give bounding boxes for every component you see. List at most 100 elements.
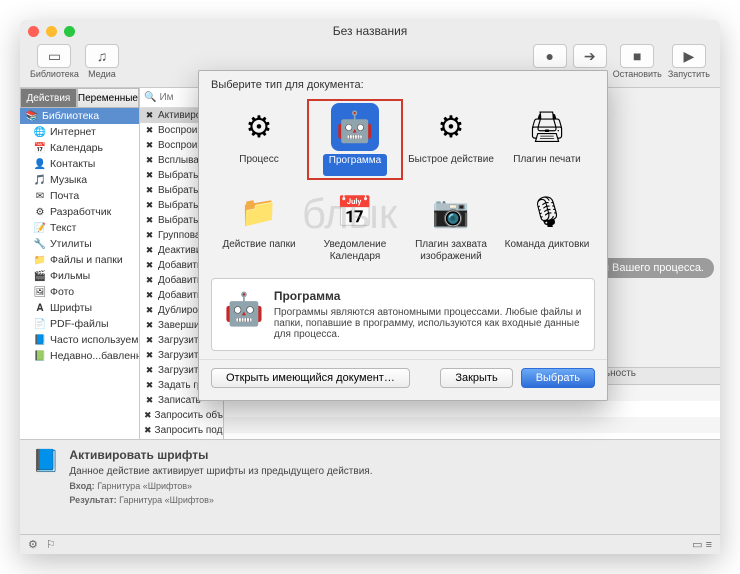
type-description: 🤖 Программа Программы являются автономны…	[211, 278, 595, 351]
library-item[interactable]: 📚Библиотека	[20, 108, 139, 124]
library-column: Действия Переменные 📚Библиотека🌐Интернет…	[20, 88, 140, 439]
type-icon: ⚙	[235, 103, 283, 151]
new-document-dialog: Выберите тип для документа: ⚙Процесс🤖Про…	[198, 70, 608, 401]
action-icon: ✖	[144, 335, 155, 346]
library-item[interactable]: 📝Текст	[20, 220, 139, 236]
lib-icon: ⚙	[34, 206, 46, 218]
action-icon: ✖	[144, 200, 155, 211]
library-item[interactable]: 👤Контакты	[20, 156, 139, 172]
lib-icon: 👤	[34, 158, 46, 170]
robot-icon: 🤖	[224, 289, 264, 329]
stop-button[interactable]: ■	[620, 44, 654, 68]
info-panel: 📘 Активировать шрифты Данное действие ак…	[20, 439, 720, 534]
action-icon: ✖	[144, 350, 155, 361]
type-icon: 🤖	[331, 103, 379, 151]
document-type-option[interactable]: 📅Уведомление Календаря	[307, 184, 403, 266]
lib-icon: 📅	[34, 142, 46, 154]
flag-icon[interactable]: ⚐	[46, 538, 56, 551]
action-item[interactable]: ✖Запросить объекты Finder	[140, 408, 223, 423]
action-icon: ✖	[144, 245, 155, 256]
window-title: Без названия	[20, 24, 720, 38]
search-icon: 🔍	[144, 92, 156, 103]
document-type-option[interactable]: 🤖Программа	[307, 99, 403, 180]
action-icon: ✖	[144, 110, 155, 121]
type-icon: 📷	[427, 188, 475, 236]
library-list[interactable]: 📚Библиотека🌐Интернет📅Календарь👤Контакты🎵…	[20, 108, 139, 439]
lib-icon: 🌐	[34, 126, 46, 138]
lib-icon: 🔧	[34, 238, 46, 250]
lib-icon: 📘	[34, 334, 46, 346]
action-icon: ✖	[144, 140, 155, 151]
type-icon: 🖨	[523, 103, 571, 151]
type-icon: 🎙	[523, 188, 571, 236]
document-type-grid: ⚙Процесс🤖Программа⚙Быстрое действие🖨Плаг…	[199, 95, 607, 274]
info-desc: Данное действие активирует шрифты из пре…	[69, 466, 372, 477]
record-button[interactable]: ●	[533, 44, 567, 68]
action-icon: ✖	[144, 215, 155, 226]
library-item[interactable]: 🌐Интернет	[20, 124, 139, 140]
type-icon: 📅	[331, 188, 379, 236]
open-existing-button[interactable]: Открыть имеющийся документ…	[211, 368, 410, 388]
action-icon: ✖	[144, 230, 155, 241]
library-item[interactable]: 𝐀Шрифты	[20, 300, 139, 316]
lib-icon: 📗	[34, 350, 46, 362]
action-icon: ✖	[144, 290, 155, 301]
type-icon: 📁	[235, 188, 283, 236]
action-item[interactable]: ✖Запросить подтверждение	[140, 423, 223, 438]
action-icon: ✖	[144, 260, 155, 271]
action-icon: ✖	[144, 305, 155, 316]
font-icon: 📘	[32, 448, 59, 505]
action-icon: ✖	[144, 410, 152, 421]
library-item[interactable]: 📅Календарь	[20, 140, 139, 156]
document-type-option[interactable]: ⚙Быстрое действие	[403, 99, 499, 180]
action-icon: ✖	[144, 365, 155, 376]
lib-icon: 📝	[34, 222, 46, 234]
library-item[interactable]: 📁Файлы и папки	[20, 252, 139, 268]
gear-icon[interactable]: ⚙	[28, 538, 38, 551]
view-toggle-icon[interactable]: ▭ ≡	[692, 538, 712, 551]
choose-button[interactable]: Выбрать	[521, 368, 595, 388]
action-icon: ✖	[144, 320, 155, 331]
type-icon: ⚙	[427, 103, 475, 151]
document-type-option[interactable]: 🎙Команда диктовки	[499, 184, 595, 266]
media-tab[interactable]: ♫	[85, 44, 119, 68]
lib-icon: 🖼	[34, 286, 46, 298]
lib-icon: 🎬	[34, 270, 46, 282]
lib-icon: 📁	[34, 254, 46, 266]
document-type-option[interactable]: ⚙Процесс	[211, 99, 307, 180]
library-item[interactable]: 🖼Фото	[20, 284, 139, 300]
action-icon: ✖	[144, 395, 155, 406]
lib-icon: ✉	[34, 190, 46, 202]
lib-icon: 📚	[26, 110, 38, 122]
info-title: Активировать шрифты	[69, 448, 372, 462]
library-item[interactable]: ⚙Разработчик	[20, 204, 139, 220]
library-item[interactable]: 🔧Утилиты	[20, 236, 139, 252]
close-button[interactable]: Закрыть	[440, 368, 512, 388]
desc-title: Программа	[274, 289, 582, 303]
action-icon: ✖	[144, 380, 155, 391]
action-icon: ✖	[144, 125, 155, 136]
dialog-prompt: Выберите тип для документа:	[199, 71, 607, 95]
library-tab[interactable]: ▭	[37, 44, 71, 68]
document-type-option[interactable]: 🖨Плагин печати	[499, 99, 595, 180]
library-item[interactable]: 🎬Фильмы	[20, 268, 139, 284]
action-icon: ✖	[144, 185, 155, 196]
action-icon: ✖	[144, 155, 155, 166]
left-tabs: Действия Переменные	[20, 88, 139, 108]
document-type-option[interactable]: 📷Плагин захвата изображений	[403, 184, 499, 266]
document-type-option[interactable]: 📁Действие папки	[211, 184, 307, 266]
step-button[interactable]: ➔	[573, 44, 607, 68]
titlebar: Без названия	[20, 20, 720, 42]
lib-icon: 𝐀	[34, 302, 46, 314]
tab-variables[interactable]: Переменные	[77, 88, 139, 108]
library-item[interactable]: ✉Почта	[20, 188, 139, 204]
dialog-footer: Открыть имеющийся документ… Закрыть Выбр…	[199, 359, 607, 400]
tab-actions[interactable]: Действия	[20, 88, 77, 108]
library-item[interactable]: 🎵Музыка	[20, 172, 139, 188]
library-item[interactable]: 📘Часто используемые	[20, 332, 139, 348]
run-button[interactable]: ▶	[672, 44, 706, 68]
library-item[interactable]: 📄PDF-файлы	[20, 316, 139, 332]
statusbar: ⚙ ⚐ ▭ ≡	[20, 534, 720, 554]
library-item[interactable]: 📗Недавно...бавленные	[20, 348, 139, 364]
action-icon: ✖	[144, 425, 152, 436]
